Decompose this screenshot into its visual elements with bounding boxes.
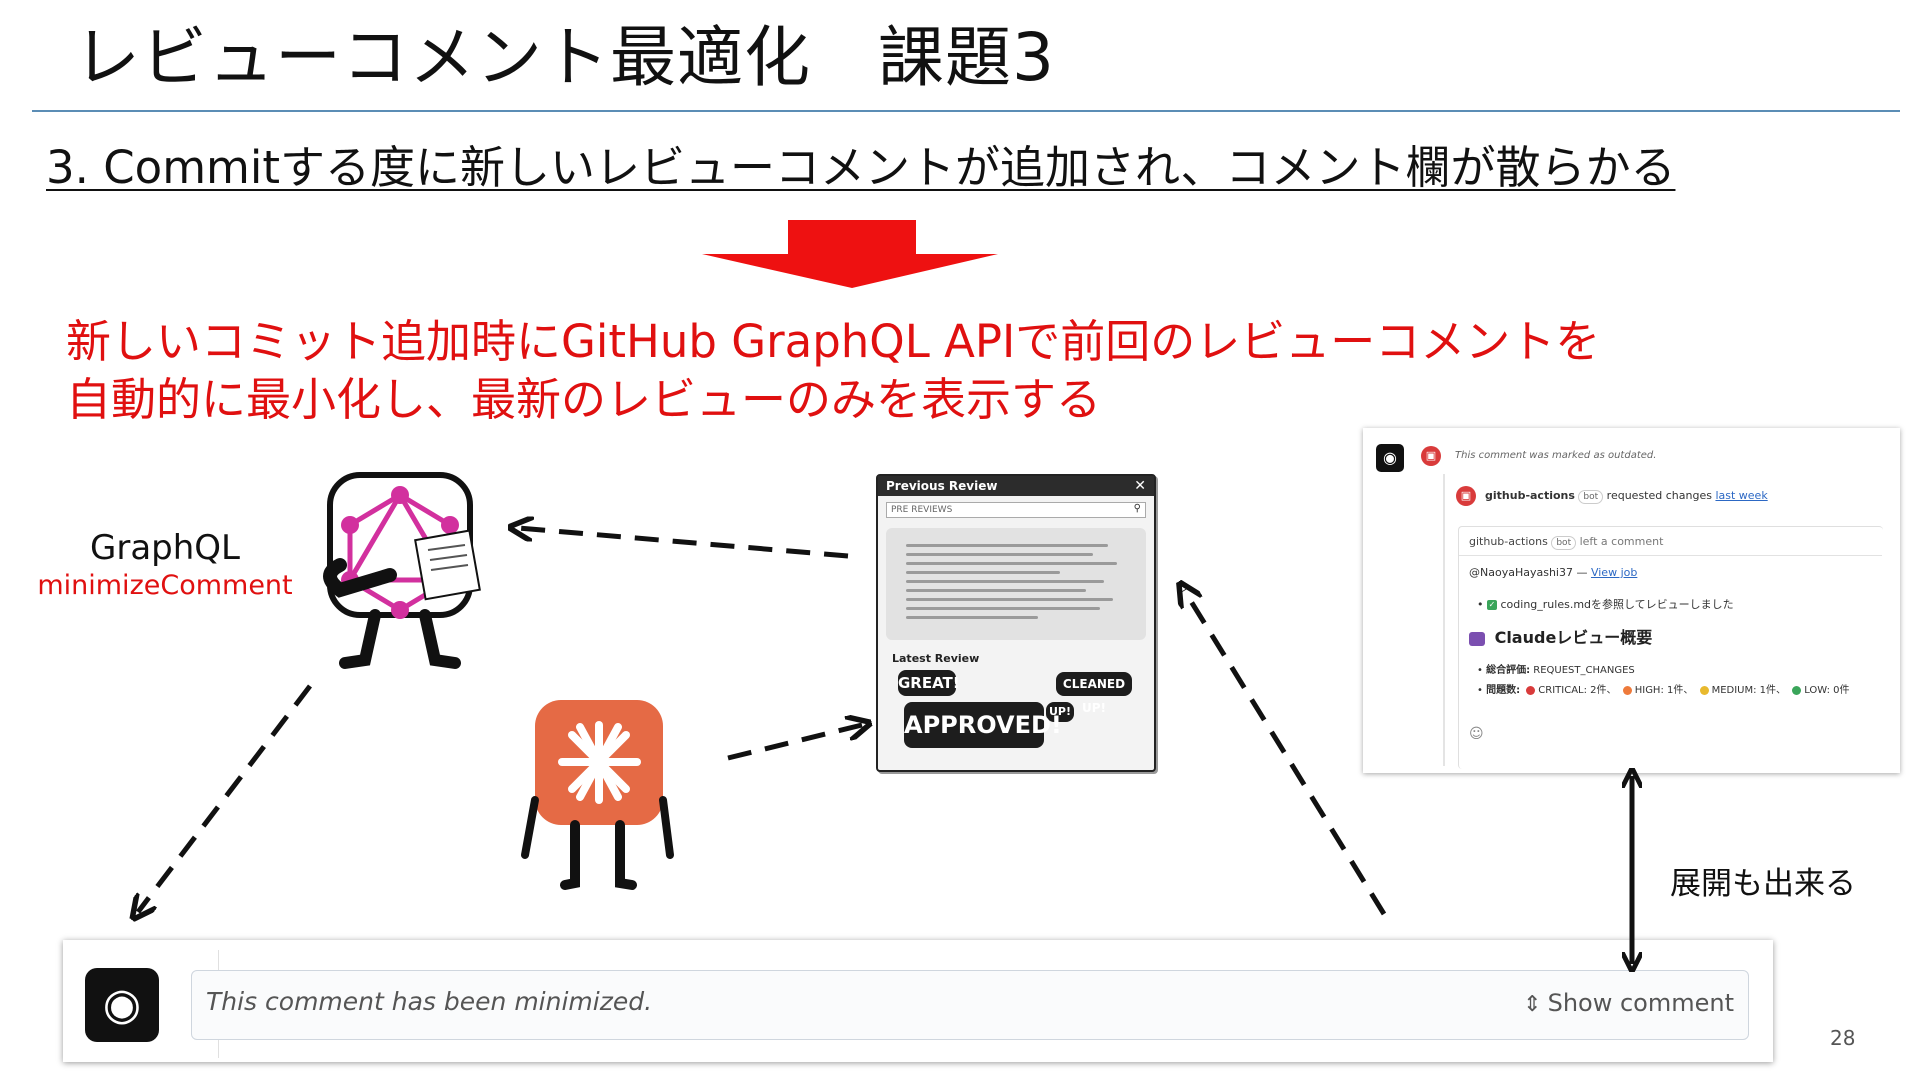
unfold-icon: ⇕ [1523, 992, 1542, 1017]
collapsed-review-document [886, 528, 1146, 640]
mention[interactable]: @NaoyaHayashi37 [1469, 566, 1573, 579]
arrow-claude-to-review [727, 725, 862, 761]
problem-statement: 3. Commitする度に新しいレビューコメントが追加され、コメント欄が散らかる [46, 141, 1676, 194]
issues-line: • 問題数: CRITICAL: 2件、 HIGH: 1件、 MEDIUM: 1… [1477, 685, 1850, 696]
low-count: LOW: 0件 [1804, 685, 1850, 696]
down-arrow-icon [702, 220, 998, 288]
mention-line: @NaoyaHayashi37 — View job [1469, 566, 1637, 579]
close-icon[interactable]: ✕ [1134, 476, 1146, 496]
changes-requested-icon: ▣ [1421, 446, 1441, 466]
expand-label: 展開も出来る [1670, 866, 1856, 902]
arrow-review-to-graphql [518, 528, 849, 559]
bubble-approved: APPROVED! [904, 702, 1062, 748]
graphql-label: GraphQL minimizeComment [30, 528, 300, 604]
task-item: • ✓ coding_rules.mdを参照してレビューしました [1477, 598, 1734, 611]
robot-icon [1469, 631, 1485, 646]
latest-review-label: Latest Review [892, 652, 980, 665]
summary-heading: Claudeレビュー概要 [1494, 628, 1653, 647]
critical-dot-icon [1526, 685, 1536, 695]
review-search-input[interactable]: PRE REVIEWS ⚲ [886, 502, 1146, 518]
changes-requested-icon: ▣ [1456, 486, 1476, 506]
low-dot-icon [1792, 685, 1802, 695]
minimized-comment-bar: ◉ This comment has been minimized. ⇕ Show… [63, 940, 1773, 1062]
show-comment-button[interactable]: ⇕ Show comment [1523, 989, 1734, 1017]
arrow-bar-to-review [1184, 590, 1387, 916]
overall-line: • 総合評価: REQUEST_CHANGES [1477, 665, 1635, 676]
summary-heading-row: Claudeレビュー概要 [1469, 624, 1652, 648]
medium-dot-icon [1699, 685, 1709, 695]
claude-mascot-icon [521, 700, 674, 890]
review-event-line: github-actions bot requested changes las… [1485, 489, 1768, 504]
high-count: HIGH: 1件、 [1634, 685, 1694, 696]
graphql-name: GraphQL [90, 528, 240, 568]
bot-tag: bot [1578, 490, 1604, 504]
high-dot-icon [1622, 685, 1632, 695]
slide-title: レビューコメント最適化 課題3 [74, 19, 1055, 96]
action-text: requested changes [1606, 489, 1712, 502]
solution-line-1: 新しいコミット追加時にGitHub GraphQL APIで前回のレビューコメン… [66, 315, 1601, 368]
dash: — [1576, 566, 1588, 579]
bubble-cleaned-up: CLEANED UP! [1056, 672, 1132, 715]
review-search-placeholder: PRE REVIEWS [891, 505, 953, 515]
arrow-graphql-to-bar [138, 684, 312, 912]
outdated-note: This comment was marked as outdated. [1455, 450, 1657, 461]
comment-actor[interactable]: github-actions [1469, 535, 1548, 548]
medium-count: MEDIUM: 1件、 [1711, 685, 1787, 696]
github-comment-panel: ◉ ▣ This comment was marked as outdated.… [1363, 428, 1900, 773]
github-logo-icon: ◉ [1376, 444, 1404, 472]
solution-line-2: 自動的に最小化し、最新のレビューのみを表示する [66, 373, 1102, 426]
graphql-mascot-icon [323, 472, 481, 669]
review-card-header: Previous Review ✕ [878, 476, 1154, 496]
minimized-comment-box: This comment has been minimized. ⇕ Show c… [191, 970, 1749, 1040]
minimized-text: This comment has been minimized. [206, 987, 653, 1016]
issues-label: 問題数: [1486, 685, 1521, 696]
title-divider [32, 110, 1900, 112]
comment-bot-tag: bot [1551, 536, 1577, 550]
critical-count: CRITICAL: 2件、 [1538, 685, 1617, 696]
action-time-link[interactable]: last week [1715, 489, 1767, 502]
bubble-great: GREAT! [898, 670, 960, 696]
solution-statement: 新しいコミット追加時にGitHub GraphQL APIで前回のレビューコメン… [66, 313, 1600, 429]
emoji-reaction-icon[interactable]: ☺ [1469, 726, 1484, 742]
github-logo-icon: ◉ [85, 968, 159, 1042]
show-comment-label: Show comment [1547, 989, 1734, 1017]
comment-header: github-actions bot left a comment [1469, 535, 1663, 550]
check-icon: ✓ [1487, 600, 1497, 610]
overall-value: REQUEST_CHANGES [1533, 665, 1635, 676]
overall-label: 総合評価: [1486, 665, 1531, 676]
comment-action: left a comment [1579, 535, 1664, 548]
review-card-title: Previous Review [886, 479, 998, 493]
actor-name[interactable]: github-actions [1485, 489, 1575, 502]
page-number: 28 [1830, 1026, 1856, 1050]
previous-review-card: Previous Review ✕ PRE REVIEWS ⚲ Latest R… [876, 474, 1156, 772]
search-icon: ⚲ [1133, 503, 1141, 514]
view-job-link[interactable]: View job [1591, 566, 1637, 579]
graphql-mutation: minimizeComment [37, 570, 293, 601]
task-item-text: coding_rules.mdを参照してレビューしました [1500, 598, 1734, 611]
